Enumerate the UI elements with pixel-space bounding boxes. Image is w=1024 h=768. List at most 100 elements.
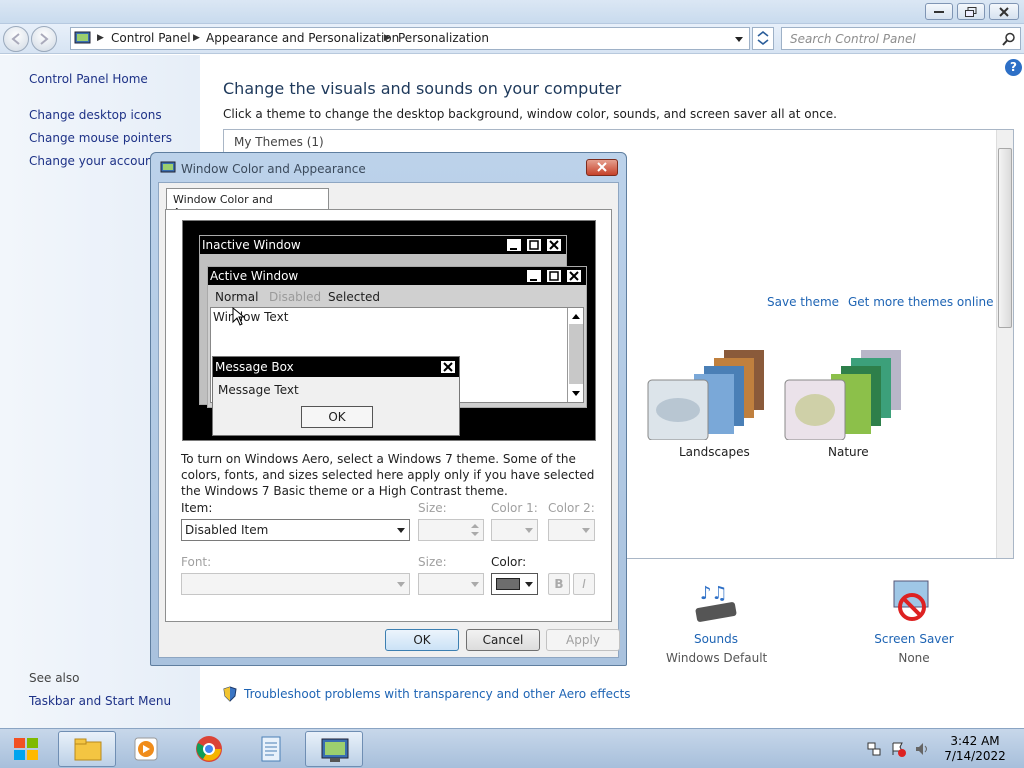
aero-info-text: To turn on Windows Aero, select a Window…: [181, 452, 595, 498]
color2-picker[interactable]: [548, 519, 595, 541]
page-subtitle: Click a theme to change the desktop back…: [223, 107, 837, 121]
window-color-dialog: Window Color and Appearance Window Color…: [150, 152, 627, 666]
volume-icon[interactable]: [914, 741, 930, 757]
item-dropdown[interactable]: Disabled Item: [181, 519, 410, 541]
breadcrumb-appearance[interactable]: Appearance and Personalization: [206, 31, 399, 45]
control-panel-icon: [321, 738, 349, 762]
taskbar-media-player[interactable]: [118, 731, 176, 767]
cancel-button[interactable]: Cancel: [466, 629, 540, 651]
breadcrumb-control-panel[interactable]: Control Panel: [111, 31, 191, 45]
taskbar-start-menu-link[interactable]: Taskbar and Start Menu: [29, 694, 171, 708]
bold-button[interactable]: B: [548, 573, 570, 595]
network-icon[interactable]: [866, 741, 882, 757]
change-desktop-icons-link[interactable]: Change desktop icons: [29, 108, 162, 122]
font-size-label: Size:: [418, 555, 447, 569]
media-player-icon: [134, 737, 158, 761]
scroll-down-icon: [572, 391, 580, 396]
breadcrumb-personalization[interactable]: Personalization: [398, 31, 489, 45]
preview-menu-normal: Normal: [215, 290, 259, 304]
theme-list-scrollbar[interactable]: [996, 130, 1013, 558]
message-box-ok-button: OK: [301, 406, 373, 428]
ok-button[interactable]: OK: [385, 629, 459, 651]
appearance-preview[interactable]: Inactive Window Active Window Normal Dis…: [182, 220, 596, 441]
control-panel-icon: [74, 31, 91, 44]
screen-saver-icon[interactable]: [886, 577, 938, 627]
start-button[interactable]: [2, 731, 52, 767]
italic-button[interactable]: I: [573, 573, 595, 595]
preview-minimize-icon: [506, 238, 522, 252]
shield-icon: [223, 686, 237, 702]
close-button[interactable]: [989, 3, 1019, 20]
restore-button[interactable]: [957, 3, 985, 20]
save-theme-link[interactable]: Save theme: [767, 295, 839, 309]
address-bar[interactable]: ▶ Control Panel ▶ Appearance and Persona…: [70, 27, 750, 50]
forward-button[interactable]: [31, 26, 57, 52]
svg-text:♪♫: ♪♫: [700, 583, 728, 604]
inactive-window-title: Inactive Window: [202, 238, 301, 252]
preview-menu-selected: Selected: [328, 290, 381, 304]
sounds-label[interactable]: Sounds: [666, 632, 766, 646]
preview-close-icon: [566, 269, 582, 283]
apply-button[interactable]: Apply: [546, 629, 620, 651]
color2-label: Color 2:: [548, 501, 595, 515]
sounds-item[interactable]: Sounds Windows Default: [666, 632, 768, 665]
item-label: Item:: [181, 501, 213, 515]
dialog-body: Window Color and Appearance Inactive Win…: [158, 182, 620, 658]
color1-picker[interactable]: [491, 519, 538, 541]
troubleshoot-aero-link[interactable]: Troubleshoot problems with transparency …: [244, 687, 631, 701]
preview-minimize-icon: [526, 269, 542, 283]
preview-close-icon: [440, 360, 456, 374]
search-input[interactable]: Search Control Panel: [781, 27, 1021, 50]
refresh-button[interactable]: [752, 27, 774, 50]
action-center-icon[interactable]: [890, 741, 906, 757]
control-panel-home-link[interactable]: Control Panel Home: [29, 72, 148, 86]
screen-saver-value: None: [898, 651, 930, 665]
search-icon: [1002, 32, 1015, 46]
inactive-titlebar: Inactive Window: [200, 236, 566, 254]
close-icon: [597, 162, 607, 172]
landscapes-theme-label[interactable]: Landscapes: [679, 445, 750, 459]
search-placeholder: Search Control Panel: [790, 32, 916, 46]
landscapes-theme-thumbnail[interactable]: [644, 340, 774, 440]
taskbar-file-explorer[interactable]: [58, 731, 116, 767]
font-size-dropdown[interactable]: [418, 573, 484, 595]
mouse-cursor-icon: [232, 307, 246, 326]
back-button[interactable]: [3, 26, 29, 52]
address-dropdown-icon[interactable]: [735, 37, 743, 42]
screen-saver-item[interactable]: Screen Saver None: [864, 632, 964, 665]
window-titlebar: [0, 0, 1024, 24]
refresh-icon: [757, 30, 769, 46]
clock-time: 3:42 AM: [950, 734, 1000, 748]
message-box-titlebar: Message Box: [213, 357, 459, 377]
breadcrumb-separator-icon: ▶: [384, 33, 391, 43]
font-dropdown[interactable]: [181, 573, 410, 595]
clock-date: 7/14/2022: [944, 749, 1006, 763]
scrollbar-thumb[interactable]: [998, 148, 1012, 328]
preview-maximize-icon: [546, 269, 562, 283]
system-clock[interactable]: 3:42 AM 7/14/2022: [940, 734, 1010, 764]
chevron-down-icon: [525, 582, 533, 587]
dialog-close-button[interactable]: [586, 159, 618, 176]
font-color-picker[interactable]: [491, 573, 538, 595]
nature-theme-label[interactable]: Nature: [828, 445, 869, 459]
change-mouse-pointers-link[interactable]: Change mouse pointers: [29, 131, 172, 145]
preview-message-box[interactable]: Message Box Message Text OK: [212, 356, 460, 436]
sounds-icon[interactable]: ♪♫: [690, 577, 742, 627]
taskbar-notepad[interactable]: [242, 731, 300, 767]
help-icon[interactable]: ?: [1005, 59, 1022, 76]
spinner-arrows-icon: [471, 524, 479, 536]
taskbar-control-panel[interactable]: [305, 731, 363, 767]
minimize-button[interactable]: [925, 3, 953, 20]
taskbar-chrome[interactable]: [180, 731, 238, 767]
size-spinner[interactable]: [418, 519, 484, 541]
chevron-down-icon: [397, 582, 405, 587]
get-more-themes-link[interactable]: Get more themes online: [848, 295, 994, 309]
screen-saver-label[interactable]: Screen Saver: [864, 632, 964, 646]
size-label: Size:: [418, 501, 447, 515]
sounds-value: Windows Default: [666, 651, 768, 665]
notepad-icon: [261, 736, 281, 762]
chrome-icon: [196, 736, 222, 762]
tab-window-color[interactable]: Window Color and Appearance: [166, 188, 329, 219]
nature-theme-thumbnail[interactable]: [781, 340, 911, 440]
restore-icon: [965, 6, 977, 17]
